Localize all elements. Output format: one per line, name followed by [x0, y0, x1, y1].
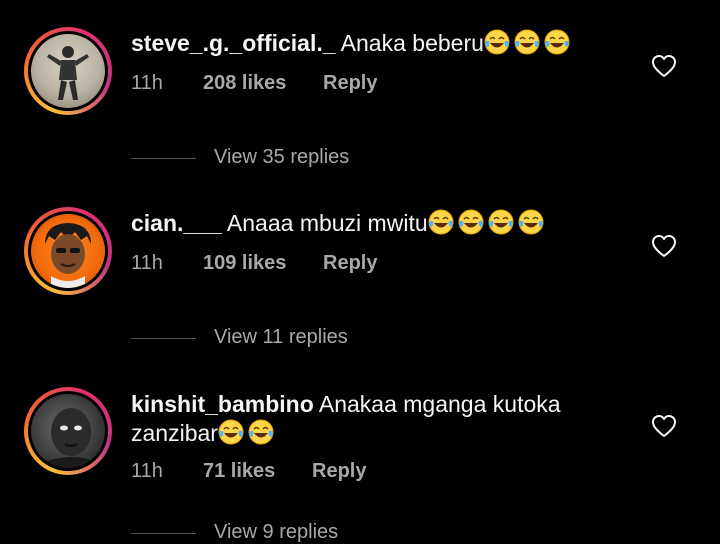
reply-button[interactable]: Reply	[323, 252, 377, 275]
comment-body: Anaaa mbuzi mwitu	[226, 210, 428, 236]
heart-icon[interactable]	[651, 234, 677, 258]
view-replies-label[interactable]: View 35 replies	[214, 146, 349, 169]
likes-count[interactable]: 109 likes	[203, 252, 286, 275]
timestamp: 11h	[131, 252, 163, 274]
comment-text: steve_.g._official._ Anaka beberu	[131, 29, 651, 58]
timestamp: 11h	[131, 72, 163, 94]
joy-emoji-icon	[458, 209, 484, 235]
view-replies-label[interactable]: View 9 replies	[214, 521, 338, 544]
reply-button[interactable]: Reply	[312, 460, 366, 483]
timestamp: 11h	[131, 460, 163, 482]
emoji-group	[218, 420, 278, 446]
joy-emoji-icon	[488, 209, 514, 235]
joy-emoji-icon	[544, 29, 570, 55]
person-photo-icon	[47, 46, 89, 100]
likes-count[interactable]: 71 likes	[203, 460, 275, 483]
avatar[interactable]	[24, 387, 112, 475]
heart-icon[interactable]	[651, 54, 677, 78]
reply-button[interactable]: Reply	[323, 72, 377, 95]
username-link[interactable]: kinshit_bambino	[131, 391, 314, 417]
emoji-group	[428, 210, 548, 236]
person-photo-icon	[45, 408, 97, 468]
comment-body: Anaka beberu	[340, 30, 484, 56]
divider	[131, 158, 196, 159]
joy-emoji-icon	[428, 209, 454, 235]
joy-emoji-icon	[518, 209, 544, 235]
joy-emoji-icon	[248, 419, 274, 445]
comment-text: cian.___ Anaaa mbuzi mwitu	[131, 209, 651, 238]
divider	[131, 533, 196, 534]
divider	[131, 338, 196, 339]
heart-icon[interactable]	[651, 414, 677, 438]
username-link[interactable]: cian.___	[131, 210, 222, 236]
comment-body-line2: zanzibar	[131, 420, 218, 446]
avatar[interactable]	[24, 27, 112, 115]
joy-emoji-icon	[218, 419, 244, 445]
joy-emoji-icon	[514, 29, 540, 55]
joy-emoji-icon	[484, 29, 510, 55]
comment-text: kinshit_bambino Anakaa mganga kutoka zan…	[131, 390, 651, 448]
person-illustration-icon	[45, 223, 91, 288]
username-link[interactable]: steve_.g._official._	[131, 30, 336, 56]
emoji-group	[484, 30, 574, 56]
view-replies-label[interactable]: View 11 replies	[214, 326, 348, 349]
comment-body: Anakaa mganga kutoka	[318, 391, 561, 417]
avatar[interactable]	[24, 207, 112, 295]
likes-count[interactable]: 208 likes	[203, 72, 286, 95]
